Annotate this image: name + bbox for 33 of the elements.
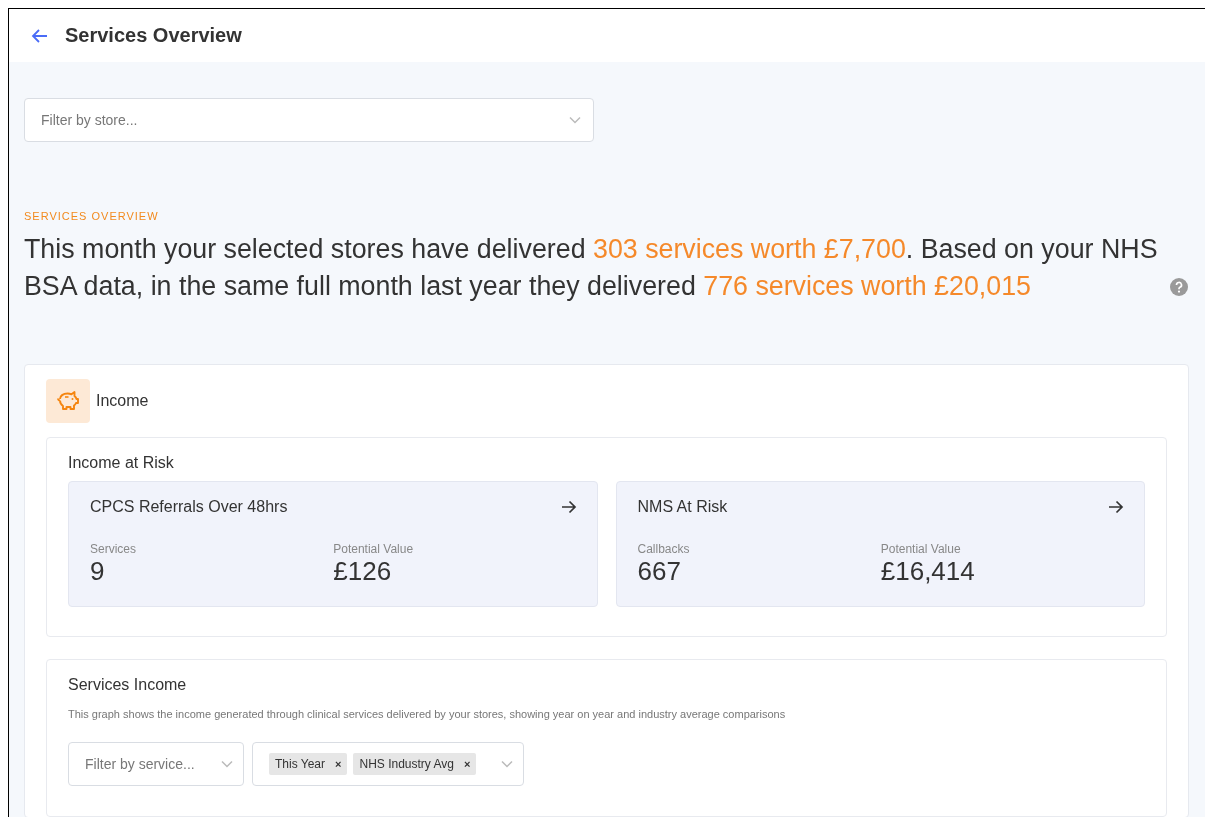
panel-description: This graph shows the income generated through clinical services delivered by your stores, showing year on year and industry average comparisons: [68, 708, 787, 720]
metric-value: £16,414: [880, 556, 976, 586]
risk-card[interactable]: CPCS Referrals Over 48hrs Services 9 Potential Value £126: [68, 481, 598, 607]
summary-text: This month your selected stores have delivered 303 services worth £7,700. Based on your NHS BSA data, in the same full month last year they delivered 776 services worth £20,015: [24, 233, 1159, 303]
metric-value: 9: [90, 556, 106, 586]
remove-tag-button[interactable]: ×: [464, 758, 471, 770]
chevron-down-icon: [221, 760, 233, 768]
panel-title: Income at Risk: [68, 454, 175, 472]
remove-tag-button[interactable]: ×: [335, 758, 342, 770]
tag-label: NHS Industry Avg: [359, 757, 454, 771]
section-title: Income: [96, 392, 149, 410]
metric-label: Potential Value: [880, 542, 962, 556]
help-icon[interactable]: [1170, 278, 1188, 296]
page-title: Services Overview: [65, 24, 242, 47]
chevron-down-icon: [569, 116, 581, 124]
chevron-down-icon: [501, 760, 513, 768]
series-filter-dropdown[interactable]: This Year × NHS Industry Avg ×: [252, 742, 524, 786]
metric-label: Services: [90, 542, 137, 556]
panel-title: Services Income: [68, 676, 188, 694]
metric-label: Callbacks: [637, 542, 691, 556]
risk-card[interactable]: NMS At Risk Callbacks 667 Potential Value £16,414: [615, 481, 1145, 607]
card-title: CPCS Referrals Over 48hrs: [90, 498, 288, 516]
card-title: NMS At Risk: [637, 498, 728, 516]
piggy-bank-icon: [46, 379, 90, 423]
arrow-right-icon: [560, 500, 577, 514]
metric-value: 667: [637, 556, 682, 586]
store-filter-dropdown[interactable]: Filter by store...: [24, 98, 594, 142]
tag-label: This Year: [275, 757, 326, 771]
metric-label: Potential Value: [333, 542, 415, 556]
section-eyebrow: SERVICES OVERVIEW: [24, 210, 160, 222]
metric-value: £126: [333, 556, 393, 586]
arrow-right-icon: [1108, 500, 1124, 514]
service-filter-dropdown[interactable]: Filter by service...: [68, 742, 244, 786]
